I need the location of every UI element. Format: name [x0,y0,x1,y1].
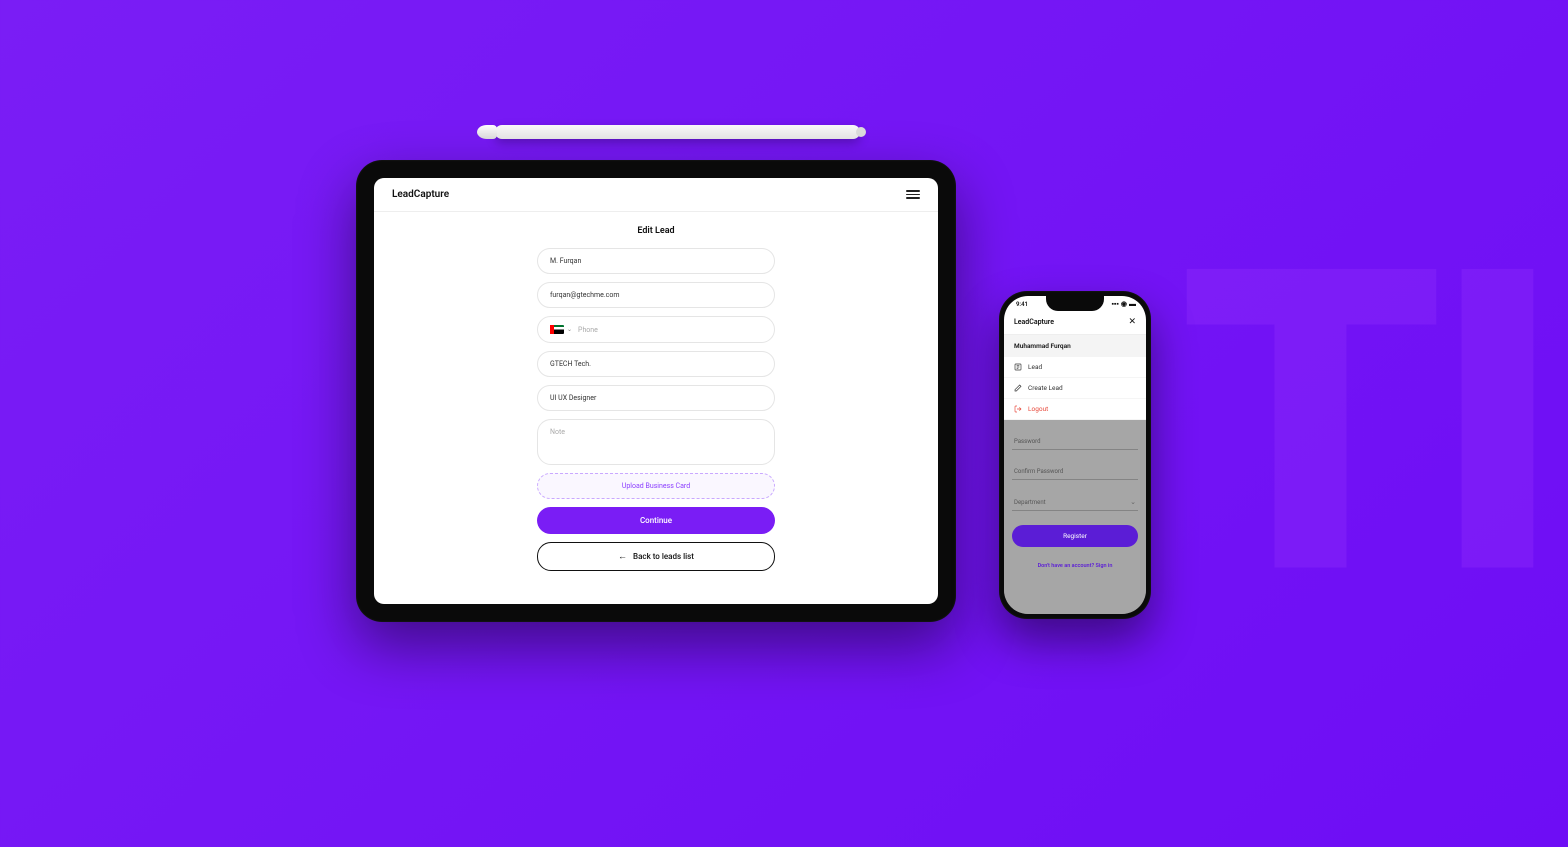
edit-lead-form: M. Furqan furqan@gtechme.com ⌄ Phone GTE… [537,248,775,571]
status-time: 9:41 [1016,301,1028,308]
signal-icon: ▪▪▪ [1111,300,1118,308]
note-placeholder: Note [550,428,565,436]
close-icon[interactable]: ✕ [1128,317,1136,327]
pencil-icon [1014,384,1022,392]
menu-item-create-lead[interactable]: Create Lead [1004,378,1146,399]
uae-flag-icon [550,325,564,334]
logout-icon [1014,405,1022,413]
menu-item-lead[interactable]: Lead [1004,357,1146,378]
register-button[interactable]: Register [1012,525,1138,547]
wifi-icon: ◉ [1121,300,1127,308]
page-title: Edit Lead [637,226,674,236]
role-value: UI UX Designer [550,394,596,402]
email-field[interactable]: furqan@gtechme.com [537,282,775,308]
lead-icon [1014,363,1022,371]
app-brand: LeadCapture [392,189,449,200]
register-label: Register [1063,532,1087,540]
note-field[interactable]: Note [537,419,775,465]
role-field[interactable]: UI UX Designer [537,385,775,411]
tablet-header: LeadCapture [374,178,938,212]
menu-label-create: Create Lead [1028,384,1063,392]
stylus-pencil [495,125,860,139]
continue-button[interactable]: Continue [537,507,775,534]
email-value: furqan@gtechme.com [550,291,619,299]
phone-field[interactable]: ⌄ Phone [537,316,775,343]
arrow-left-icon: ← [618,551,627,562]
hamburger-menu-icon[interactable] [906,190,920,199]
phone-notch [1046,296,1104,311]
company-field[interactable]: GTECH Tech. [537,351,775,377]
phone-placeholder: Phone [578,326,598,334]
department-label: Department [1014,499,1046,506]
user-name-bar: Muhammad Furqan [1004,335,1146,357]
company-value: GTECH Tech. [550,360,591,368]
department-select[interactable]: Department ⌄ [1012,488,1138,511]
signin-link[interactable]: Sign in [1096,563,1113,569]
confirm-password-field[interactable]: Confirm Password [1012,458,1138,480]
continue-label: Continue [640,516,672,525]
phone-overlay-form: Password Confirm Password Department ⌄ R… [1004,420,1146,614]
back-button[interactable]: ← Back to leads list [537,542,775,571]
phone-brand: LeadCapture [1014,318,1054,326]
background-watermark: TII [1179,177,1568,670]
signin-prompt: Don't have an account? Sign in [1012,563,1138,569]
phone-header: LeadCapture ✕ [1004,310,1146,335]
upload-business-card-button[interactable]: Upload Business Card [537,473,775,499]
name-value: M. Furqan [550,257,581,265]
phone-device: 9:41 ▪▪▪ ◉ ▬ LeadCapture ✕ Muhammad Furq… [999,291,1151,619]
phone-screen: 9:41 ▪▪▪ ◉ ▬ LeadCapture ✕ Muhammad Furq… [1004,296,1146,614]
chevron-down-icon: ⌄ [1130,498,1136,506]
tablet-screen: LeadCapture Edit Lead M. Furqan furqan@g… [374,178,938,604]
name-field[interactable]: M. Furqan [537,248,775,274]
tablet-body: Edit Lead M. Furqan furqan@gtechme.com ⌄… [374,212,938,604]
status-indicators: ▪▪▪ ◉ ▬ [1111,300,1136,308]
chevron-down-icon: ⌄ [567,326,572,333]
confirm-label: Confirm Password [1014,468,1063,475]
menu-label-logout: Logout [1028,405,1048,413]
password-label: Password [1014,438,1041,445]
battery-icon: ▬ [1129,300,1136,308]
back-label: Back to leads list [633,552,694,561]
country-flag-selector[interactable]: ⌄ [550,325,572,334]
tablet-device: LeadCapture Edit Lead M. Furqan furqan@g… [356,160,956,622]
signin-text: Don't have an account? [1038,563,1095,569]
menu-label-lead: Lead [1028,363,1042,371]
menu-item-logout[interactable]: Logout [1004,399,1146,420]
password-field[interactable]: Password [1012,428,1138,450]
upload-label: Upload Business Card [622,482,690,490]
